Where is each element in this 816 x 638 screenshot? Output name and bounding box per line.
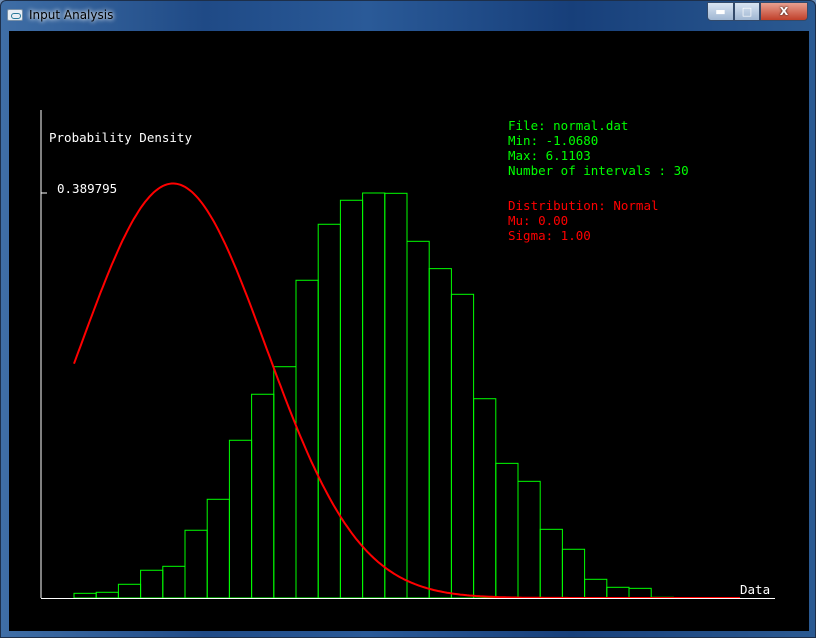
histogram-bar [428, 268, 452, 599]
histogram-bar [584, 578, 608, 599]
histogram-bar [117, 583, 142, 599]
histogram-bar [140, 569, 164, 599]
histogram-bar [539, 528, 563, 599]
histogram-bar [162, 565, 186, 599]
histogram-bar [339, 199, 364, 599]
histogram-bar [73, 592, 97, 599]
y-tick-label: 0.389795 [57, 181, 117, 196]
histogram-bar [473, 398, 497, 599]
histogram-bar [628, 587, 652, 599]
histogram-bar [362, 192, 386, 599]
histogram-bar [95, 591, 119, 599]
histogram-bar [317, 223, 341, 599]
file-label: File: normal.dat [508, 118, 628, 133]
sigma-label: Sigma: 1.00 [508, 228, 591, 243]
histogram-chart: Probability Density 0.389795 Data File: … [40, 110, 775, 599]
y-axis-label: Probability Density [49, 130, 192, 145]
mu-label: Mu: 0.00 [508, 213, 568, 228]
x-axis-label: Data [740, 582, 770, 597]
histogram-bar [384, 192, 408, 599]
histogram-bar [517, 480, 541, 599]
histogram-bar [606, 586, 630, 599]
intervals-label: Number of intervals : 30 [508, 163, 689, 178]
histogram-bar [495, 462, 519, 599]
histogram-bar [561, 548, 586, 599]
histogram-bar [450, 293, 475, 599]
histogram-bar [228, 439, 253, 599]
max-label: Max: 6.1103 [508, 148, 591, 163]
histogram-bar [273, 366, 297, 599]
histogram-bar [251, 393, 275, 599]
min-label: Min: -1.0680 [508, 133, 598, 148]
histogram-bar [295, 279, 319, 599]
distribution-label: Distribution: Normal [508, 198, 659, 213]
histogram-bar [184, 529, 208, 599]
info-panel: File: normal.dat Min: -1.0680 Max: 6.110… [508, 118, 689, 243]
histogram-bar [406, 240, 430, 599]
histogram-bar [206, 498, 230, 599]
